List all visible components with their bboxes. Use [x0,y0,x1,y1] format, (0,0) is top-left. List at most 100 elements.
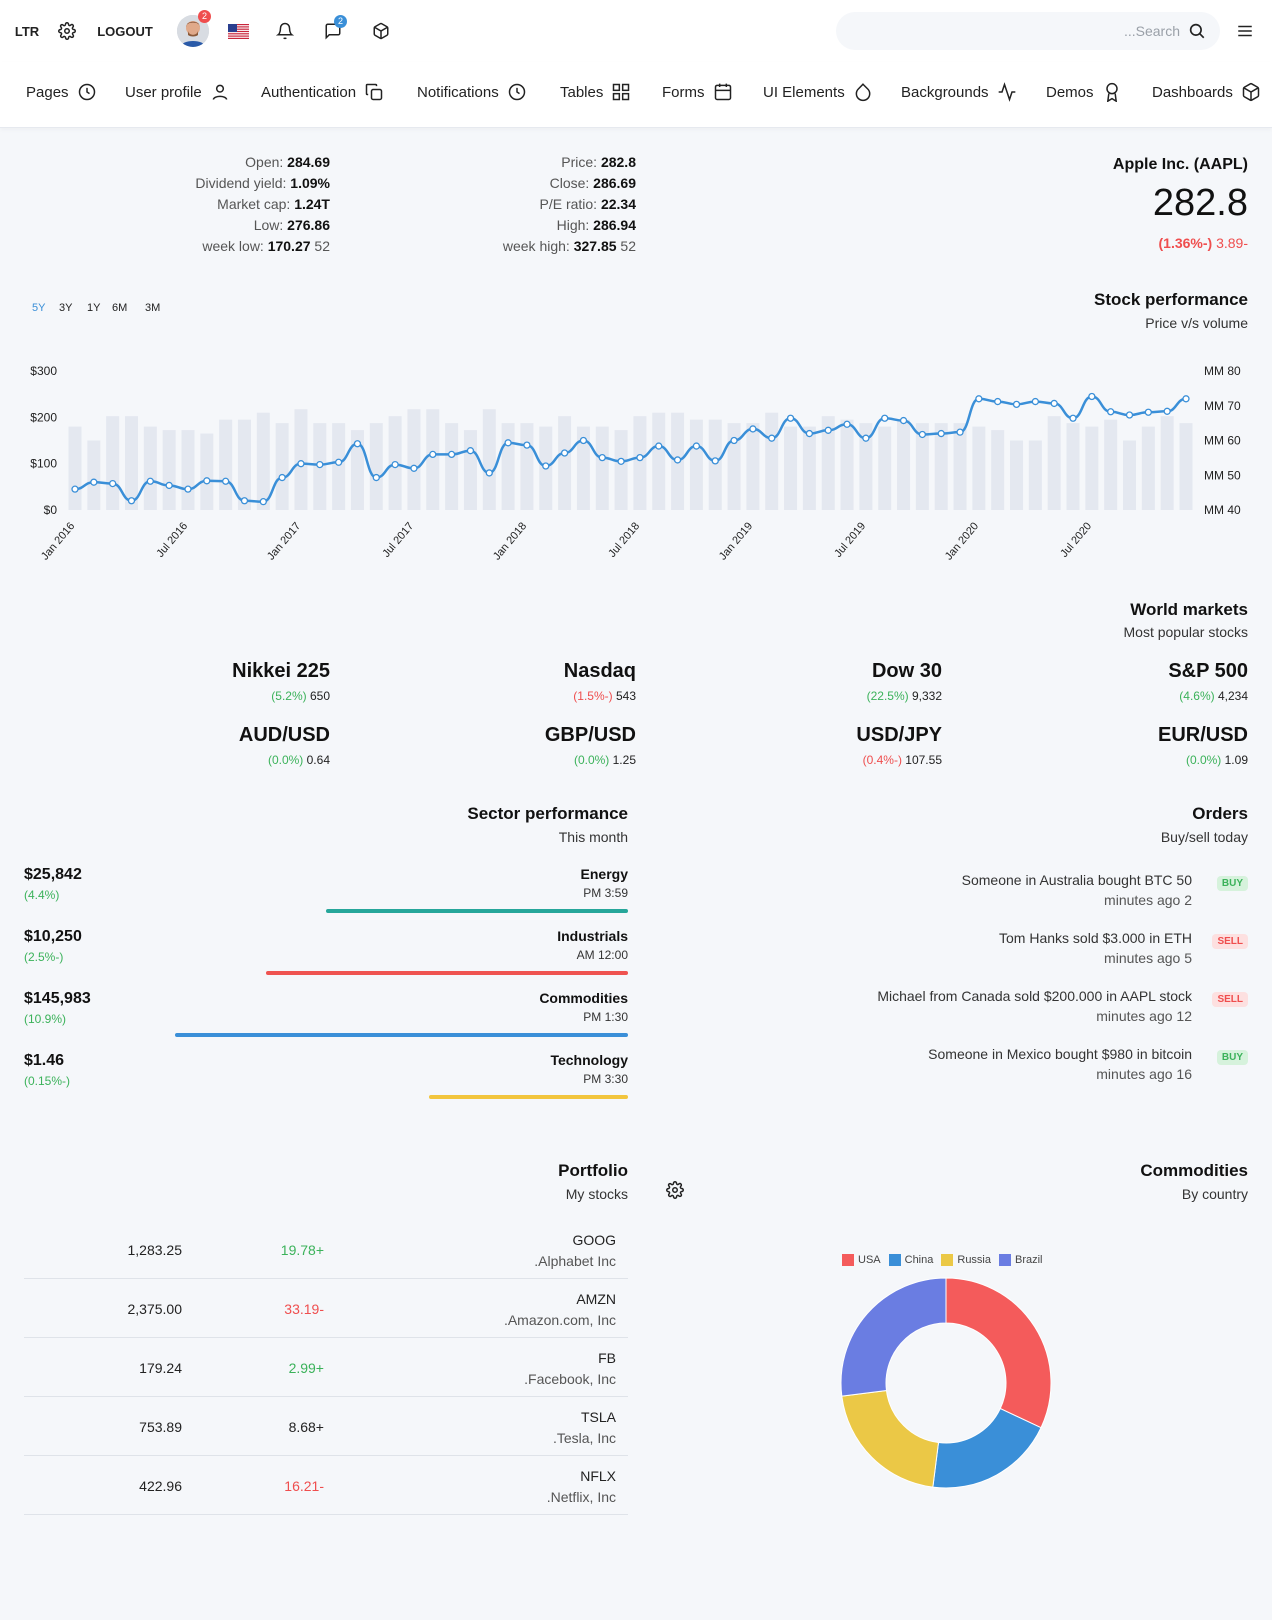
doughnut-slice-brazil[interactable] [840,1277,947,1397]
price-point [1163,407,1171,415]
logout-button[interactable]: LOGOUT [96,18,154,44]
menu-button[interactable] [1234,20,1256,42]
apps-button[interactable] [370,20,392,42]
price-point [994,397,1002,406]
right-axis-tick: MM 70 [1204,399,1241,413]
nav-item-backgrounds[interactable]: Backgrounds [901,82,1017,102]
market-change-pct: (0.0%) [573,753,610,767]
sector-value: $10,250 [24,928,82,945]
portfolio-row-goog[interactable]: 1,283.25 19.78+ GOOG .Alphabet Inc [24,1220,628,1279]
stock-name: Apple Inc. (AAPL) [1112,156,1248,173]
doughnut-slice-russia[interactable] [841,1389,940,1488]
market-card[interactable]: AUD/USD (0.0%) 0.64 [70,724,330,767]
market-value: 1.09 [1221,753,1248,767]
direction-toggle[interactable]: LTR [10,18,44,44]
sector-row-energy: $25,842 (4.4%) Energy PM 3:59 [24,866,628,922]
doughnut-slice-usa[interactable] [945,1277,1052,1429]
nav-item-label: Dashboards [1152,83,1233,101]
price-point [429,450,437,459]
price-point [1182,395,1190,403]
portfolio-row-tsla[interactable]: 753.89 8.68+ TSLA .Tesla, Inc [24,1397,628,1456]
price-point [1125,411,1134,419]
legend-item-russia[interactable]: Russia [941,1254,991,1266]
search-input[interactable]: ...Search [1124,23,1180,39]
volume-bar [275,423,289,510]
portfolio-ticker: NFLX [580,1468,616,1484]
range-button-3y[interactable]: 3Y [59,302,72,314]
stat-label: Low: [253,217,288,233]
droplet-icon [855,83,871,102]
volume-bar [614,430,628,510]
market-value: 4,234 [1214,689,1248,703]
portfolio-company: .Tesla, Inc [552,1430,616,1446]
legend-item-usa[interactable]: USA [842,1254,881,1266]
market-card[interactable]: USD/JPY (0.4%-) 107.55 [682,724,942,767]
price-point [90,478,98,486]
portfolio-row-fb[interactable]: 179.24 2.99+ FB .Facebook, Inc [24,1338,628,1397]
market-change: (5.2%) 650 [70,689,330,703]
search-icon[interactable] [1188,22,1206,40]
legend-item-china[interactable]: China [888,1254,933,1266]
price-point [203,477,211,485]
range-button-3m[interactable]: 3M [145,302,160,314]
portfolio-change: 19.78+ [280,1242,324,1258]
portfolio-row-amzn[interactable]: 2,375.00 33.19- AMZN .Amazon.com, Inc [24,1279,628,1338]
market-card[interactable]: Nasdaq (1.5%-) 543 [376,660,636,703]
commodities-doughnut-chart [840,1277,1052,1489]
volume-bar [1010,440,1024,510]
sector-change: (2.5%-) [24,950,64,964]
price-point [297,460,305,468]
legend-item-brazil[interactable]: Brazil [999,1254,1043,1266]
nav-item-ui-elements[interactable]: UI Elements [763,82,873,102]
market-card[interactable]: S&P 500 (4.6%) 4,234 [988,660,1248,703]
volume-bar [633,416,647,510]
nav-item-label: Demos [1046,83,1094,101]
price-point [579,436,588,445]
nav-item-pages[interactable]: Pages [26,82,97,102]
order-time: minutes ago 2 [1104,892,1192,908]
volume-bar [445,423,459,510]
nav-item-forms[interactable]: Forms [662,82,733,102]
portfolio-settings-button[interactable] [666,1181,686,1201]
volume-bar [482,409,496,510]
x-axis-tick: Jan 2016 [39,520,77,562]
price-point [843,420,851,428]
volume-bar [972,426,986,510]
market-card[interactable]: Nikkei 225 (5.2%) 650 [70,660,330,703]
price-point [127,497,136,505]
stat-value: 1.09% [290,175,330,191]
stat-label: P/E ratio: [539,196,601,212]
order-text: Michael from Canada sold $200.000 in AAP… [877,988,1192,1004]
price-point [71,485,79,493]
market-card[interactable]: GBP/USD (0.0%) 1.25 [376,724,636,767]
nav-item-tables[interactable]: Tables [560,82,631,102]
portfolio-row-nflx[interactable]: 422.96 16.21- NFLX .Netflix, Inc [24,1456,628,1515]
nav-item-notifications[interactable]: Notifications [417,82,527,102]
volume-bar [991,430,1005,510]
market-change-pct: (1.5%-) [573,689,613,703]
volume-bar [1104,419,1118,510]
nav-item-user-profile[interactable]: User profile [125,82,230,102]
notifications-button[interactable] [274,20,296,42]
market-change: (22.5%) 9,332 [682,689,942,703]
settings-button[interactable] [56,20,78,42]
portfolio-subtitle: My stocks [565,1186,628,1202]
legend-label: USA [858,1254,881,1266]
range-button-6m[interactable]: 6M [112,302,127,314]
market-card[interactable]: EUR/USD (0.0%) 1.09 [988,724,1248,767]
language-flag-us[interactable] [227,23,249,39]
range-button-1y[interactable]: 1Y [87,302,100,314]
market-card[interactable]: Dow 30 (22.5%) 9,332 [682,660,942,703]
clock-icon [508,83,525,101]
calendar-icon [714,83,731,101]
doughnut-slice-china[interactable] [932,1407,1042,1489]
nav-item-demos[interactable]: Demos [1046,82,1122,102]
legend-label: Russia [957,1254,991,1266]
nav-item-authentication[interactable]: Authentication [261,82,384,102]
range-button-5y[interactable]: 5Y [32,302,45,314]
right-axis-tick: MM 60 [1204,434,1241,448]
order-type-badge: SELL [1212,992,1248,1007]
nav-item-dashboards[interactable]: Dashboards [1152,82,1261,102]
search-box[interactable]: ...Search [836,12,1220,50]
price-point [353,440,362,448]
